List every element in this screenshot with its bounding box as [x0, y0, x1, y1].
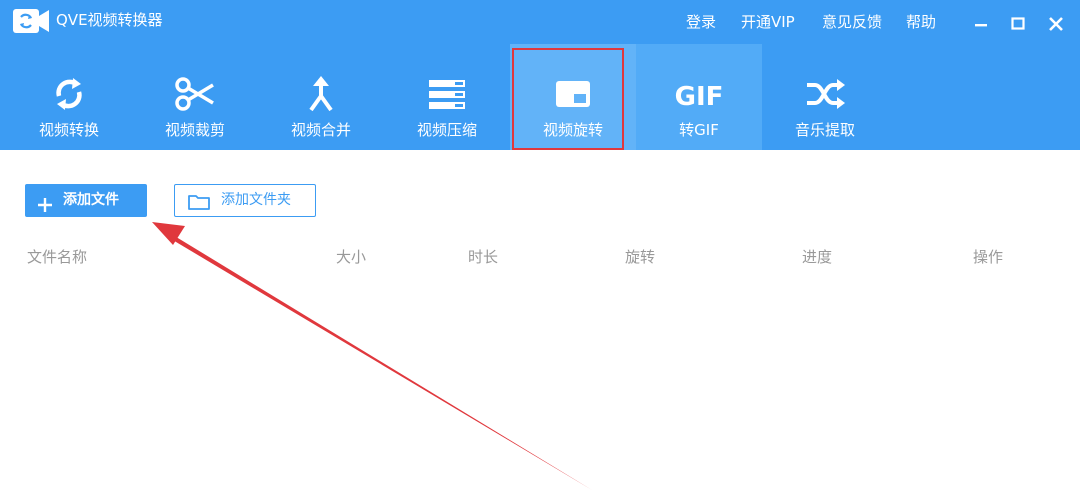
tab-video-rotate[interactable]: 视频旋转 — [510, 44, 636, 150]
menu-login[interactable]: 登录 — [686, 12, 716, 32]
tab-video-merge[interactable]: 视频合并 — [258, 44, 384, 150]
add-folder-label: 添加文件夹 — [221, 192, 291, 208]
function-tabs: 视频转换 视频裁剪 视频合并 视频压缩 视频旋转 GIF 转GIF 音乐提取 — [0, 44, 1080, 150]
gif-icon: GIF — [669, 70, 729, 118]
column-header-actions: 操作 — [973, 248, 1004, 266]
maximize-icon[interactable] — [1007, 12, 1029, 34]
tab-video-compress[interactable]: 视频压缩 — [384, 44, 510, 150]
column-header-rotation: 旋转 — [625, 248, 656, 266]
add-file-button[interactable]: 添加文件 — [25, 184, 147, 217]
menu-open-vip[interactable]: 开通VIP — [741, 12, 795, 32]
top-header: QVE视频转换器 登录 开通VIP 意见反馈 帮助 视频转换 视频裁剪 视频合并… — [0, 0, 1080, 150]
folder-icon — [187, 192, 211, 223]
shuffle-icon — [801, 70, 849, 118]
minimize-icon[interactable] — [970, 12, 992, 34]
tab-video-convert[interactable]: 视频转换 — [6, 44, 132, 150]
refresh-icon — [45, 70, 93, 118]
tab-to-gif[interactable]: GIF 转GIF — [636, 44, 762, 150]
column-header-progress: 进度 — [802, 248, 833, 266]
app-logo-icon — [12, 8, 50, 34]
svg-text:GIF: GIF — [675, 82, 724, 112]
menu-feedback[interactable]: 意见反馈 — [822, 12, 882, 32]
tab-label: 视频转换 — [38, 121, 99, 139]
tab-video-cut[interactable]: 视频裁剪 — [132, 44, 258, 150]
tab-label: 音乐提取 — [794, 121, 855, 139]
plus-icon — [37, 193, 53, 226]
tab-label: 视频压缩 — [416, 121, 477, 139]
add-file-label: 添加文件 — [63, 192, 119, 208]
tab-label: 转GIF — [679, 121, 719, 139]
merge-arrow-icon — [297, 70, 345, 118]
scissors-icon — [171, 70, 219, 118]
column-header-duration: 时长 — [468, 248, 499, 266]
app-title: QVE视频转换器 — [56, 11, 163, 29]
tab-label: 视频旋转 — [542, 121, 603, 139]
title-bar: QVE视频转换器 登录 开通VIP 意见反馈 帮助 — [0, 0, 1080, 44]
menu-help[interactable]: 帮助 — [906, 12, 936, 32]
rotate-icon — [549, 70, 597, 118]
tab-label: 视频合并 — [290, 121, 351, 139]
compress-icon — [423, 70, 471, 118]
column-header-filename: 文件名称 — [27, 248, 88, 266]
column-header-size: 大小 — [336, 248, 367, 266]
close-icon[interactable] — [1045, 12, 1067, 34]
add-folder-button[interactable]: 添加文件夹 — [174, 184, 316, 217]
tab-music-extract[interactable]: 音乐提取 — [762, 44, 888, 150]
tab-label: 视频裁剪 — [164, 121, 225, 139]
